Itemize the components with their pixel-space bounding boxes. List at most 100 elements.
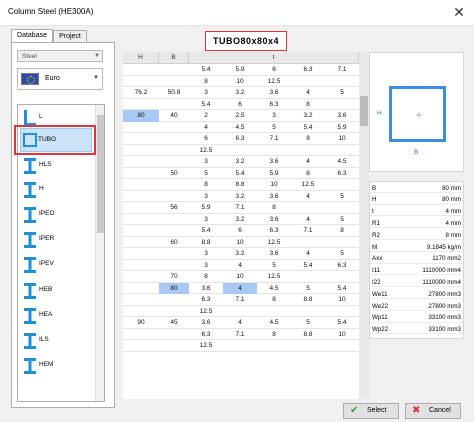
grid-cell[interactable]: 12.5 bbox=[189, 306, 223, 318]
grid-cell[interactable]: 12.5 bbox=[257, 237, 291, 249]
grid-cell[interactable]: 7.1 bbox=[257, 133, 291, 145]
grid-cell[interactable] bbox=[291, 145, 325, 157]
grid-cell[interactable] bbox=[123, 225, 159, 237]
grid-cell[interactable] bbox=[159, 76, 189, 88]
grid-cell[interactable]: 76.2 bbox=[123, 87, 159, 99]
grid-cell[interactable] bbox=[123, 283, 159, 295]
grid-cell[interactable]: 3.6 bbox=[325, 110, 359, 122]
grid-cell[interactable]: 7.1 bbox=[223, 294, 257, 306]
grid-cell[interactable] bbox=[123, 145, 159, 157]
grid-cell[interactable]: 6 bbox=[223, 99, 257, 111]
grid-cell[interactable] bbox=[325, 76, 359, 88]
grid-cell[interactable]: 10 bbox=[325, 133, 359, 145]
grid-cell[interactable]: 40 bbox=[159, 110, 189, 122]
grid-cell[interactable]: 7.1 bbox=[223, 202, 257, 214]
grid-cell[interactable]: 5 bbox=[325, 87, 359, 99]
section-item-heb[interactable]: HEB bbox=[22, 279, 94, 303]
grid-cell[interactable]: 8 bbox=[189, 179, 223, 191]
grid-cell[interactable]: 4.5 bbox=[223, 122, 257, 134]
grid-cell[interactable]: 45 bbox=[159, 317, 189, 329]
grid-cell[interactable] bbox=[159, 156, 189, 168]
grid-cell[interactable]: 8 bbox=[291, 133, 325, 145]
grid-cell[interactable]: 10 bbox=[257, 179, 291, 191]
grid-cell[interactable]: 3.2 bbox=[223, 214, 257, 226]
grid-cell[interactable]: 5.9 bbox=[257, 168, 291, 180]
grid-cell[interactable] bbox=[159, 145, 189, 157]
grid-cell[interactable]: 6.3 bbox=[325, 260, 359, 272]
section-item-ils[interactable]: ILS bbox=[22, 329, 94, 353]
material-select[interactable]: Steel ▼ bbox=[17, 50, 103, 62]
grid-cell[interactable]: 60 bbox=[159, 237, 189, 249]
grid-cell[interactable]: 5 bbox=[325, 248, 359, 260]
grid-cell[interactable] bbox=[223, 145, 257, 157]
grid-cell[interactable]: 3.6 bbox=[257, 191, 291, 203]
grid-cell[interactable]: 7.1 bbox=[325, 64, 359, 76]
grid-cell[interactable]: 4 bbox=[189, 122, 223, 134]
grid-cell[interactable] bbox=[325, 202, 359, 214]
grid-cell[interactable]: 8.8 bbox=[291, 294, 325, 306]
grid-cell[interactable]: 5.4 bbox=[325, 317, 359, 329]
grid-cell[interactable]: 12.5 bbox=[257, 76, 291, 88]
grid-cell[interactable]: 50.8 bbox=[159, 87, 189, 99]
grid-cell[interactable] bbox=[257, 340, 291, 352]
grid-cell[interactable] bbox=[123, 156, 159, 168]
grid-cell[interactable]: 4 bbox=[291, 191, 325, 203]
grid-cell[interactable]: 3.6 bbox=[257, 156, 291, 168]
grid-cell[interactable] bbox=[223, 306, 257, 318]
grid-cell[interactable] bbox=[159, 64, 189, 76]
grid-cell[interactable]: 5 bbox=[257, 122, 291, 134]
grid-cell[interactable]: 3 bbox=[189, 248, 223, 260]
grid-cell[interactable]: 8.8 bbox=[291, 329, 325, 341]
grid-cell[interactable]: 5.4 bbox=[325, 283, 359, 295]
grid-cell[interactable]: 8 bbox=[257, 202, 291, 214]
grid-cell[interactable] bbox=[123, 329, 159, 341]
grid-cell[interactable] bbox=[123, 237, 159, 249]
grid-cell[interactable]: 56 bbox=[159, 202, 189, 214]
grid-cell[interactable]: 4 bbox=[291, 87, 325, 99]
grid-cell[interactable] bbox=[325, 179, 359, 191]
grid-cell[interactable]: 8 bbox=[291, 99, 325, 111]
grid-cell[interactable] bbox=[123, 99, 159, 111]
grid-cell[interactable]: 12.5 bbox=[257, 271, 291, 283]
grid-cell[interactable] bbox=[159, 122, 189, 134]
close-icon[interactable]: ✕ bbox=[450, 3, 468, 21]
grid-cell[interactable]: 6.3 bbox=[189, 329, 223, 341]
grid-cell[interactable] bbox=[257, 306, 291, 318]
grid-cell[interactable] bbox=[291, 237, 325, 249]
grid-scroll-thumb[interactable] bbox=[360, 96, 368, 126]
grid-cell[interactable] bbox=[123, 202, 159, 214]
section-item-hea[interactable]: HEA bbox=[22, 304, 94, 328]
grid-cell[interactable] bbox=[123, 306, 159, 318]
grid-cell[interactable]: 6 bbox=[257, 64, 291, 76]
grid-cell[interactable]: 3 bbox=[189, 156, 223, 168]
grid-cell[interactable] bbox=[159, 214, 189, 226]
grid-cell[interactable] bbox=[223, 340, 257, 352]
grid-cell[interactable]: 6.3 bbox=[257, 225, 291, 237]
grid-cell[interactable] bbox=[123, 294, 159, 306]
grid-cell[interactable] bbox=[123, 179, 159, 191]
grid-cell[interactable] bbox=[123, 122, 159, 134]
grid-cell[interactable]: 80 bbox=[123, 110, 159, 122]
grid-cell[interactable]: 7.1 bbox=[291, 225, 325, 237]
grid-cell[interactable]: 5 bbox=[291, 317, 325, 329]
grid-cell[interactable]: 5.4 bbox=[291, 122, 325, 134]
grid-cell[interactable]: 10 bbox=[223, 271, 257, 283]
grid-cell[interactable]: 4 bbox=[291, 156, 325, 168]
grid-cell[interactable] bbox=[325, 340, 359, 352]
grid-cell[interactable]: 3.2 bbox=[291, 110, 325, 122]
profile-grid[interactable]: H B t 5.4 5.9 6 6.3 7.1 8 10 12.5 76.2 50.8 3 3.2 3.… bbox=[123, 52, 359, 399]
grid-cell[interactable]: 10 bbox=[223, 76, 257, 88]
grid-cell[interactable]: 6.3 bbox=[325, 168, 359, 180]
select-button[interactable]: ✔ Select bbox=[343, 403, 399, 419]
grid-cell[interactable]: 5.4 bbox=[189, 99, 223, 111]
section-item-ipev[interactable]: IPEV bbox=[22, 253, 94, 277]
grid-cell[interactable]: 5 bbox=[291, 283, 325, 295]
grid-cell[interactable] bbox=[257, 145, 291, 157]
section-item-hls[interactable]: HLS bbox=[22, 154, 94, 178]
section-item-iper[interactable]: IPER bbox=[22, 228, 94, 252]
grid-cell[interactable] bbox=[123, 214, 159, 226]
grid-cell[interactable] bbox=[123, 76, 159, 88]
grid-cell[interactable] bbox=[291, 271, 325, 283]
grid-cell[interactable]: 8 bbox=[325, 225, 359, 237]
grid-cell[interactable]: 2.5 bbox=[223, 110, 257, 122]
